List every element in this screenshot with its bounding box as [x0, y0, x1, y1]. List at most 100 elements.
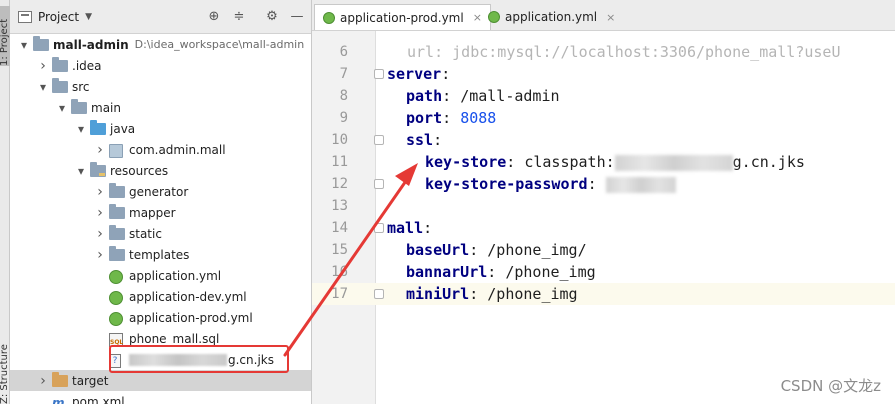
code-text: mall: — [387, 217, 432, 239]
project-panel: Project ▼ ⊕ ≑ ⚙ — ▾ mall-admin D:\idea_wor… — [10, 0, 312, 404]
line-number: 14 — [331, 220, 348, 236]
tree-item[interactable]: ▾ resources — [10, 160, 311, 181]
yaml-key: mall — [387, 219, 424, 237]
tree-item-path-hint: D:\idea_workspace\mall-admin — [134, 38, 305, 51]
code-editor[interactable]: url: jdbc:mysql://localhost:3306/phone_m… — [312, 31, 895, 404]
chevron-down-icon[interactable]: ▾ — [56, 101, 68, 115]
folder-icon — [109, 203, 125, 220]
folder-icon — [52, 77, 68, 94]
tab-application[interactable]: application.yml × — [480, 4, 623, 30]
chevron-right-icon[interactable]: › — [94, 142, 106, 158]
code-text: key-store: classpath: g.cn.jks — [425, 151, 805, 173]
yaml-value: : — [433, 131, 443, 149]
tree-item[interactable]: ▾ main — [10, 97, 311, 118]
code-line: 15 baseUrl: /phone_img/ — [312, 239, 895, 261]
package-icon — [109, 143, 125, 158]
annotation-highlight-box — [109, 345, 289, 373]
tree-item[interactable]: › target — [10, 370, 311, 391]
close-icon[interactable]: × — [606, 11, 615, 24]
tree-item[interactable]: application.yml — [10, 265, 311, 286]
chevron-right-icon[interactable]: › — [94, 226, 106, 242]
spring-file-icon — [109, 290, 125, 305]
panel-title: Project — [38, 10, 80, 24]
tree-item-label: static — [129, 226, 162, 241]
tree-item-label: pom.xml — [72, 394, 125, 404]
line-number: 7 — [339, 66, 348, 82]
excluded-folder-icon — [52, 371, 68, 388]
line-number: 6 — [339, 44, 348, 60]
yaml-value: : — [506, 153, 525, 171]
module-folder-icon — [33, 35, 49, 52]
chevron-down-icon[interactable]: ▾ — [75, 164, 87, 178]
folder-icon — [52, 56, 68, 73]
line-number: 15 — [331, 242, 348, 258]
tree-item-label: target — [72, 373, 109, 388]
yaml-value: : — [587, 175, 606, 193]
tree-item[interactable]: application-dev.yml — [10, 286, 311, 307]
fold-marker-icon[interactable] — [374, 179, 384, 189]
yaml-value: classpath: — [524, 153, 615, 171]
chevron-right-icon[interactable]: › — [37, 373, 49, 389]
collapse-all-icon[interactable]: ≑ — [231, 9, 247, 25]
tree-item[interactable]: › generator — [10, 181, 311, 202]
spring-file-icon — [109, 269, 125, 284]
spring-file-icon — [323, 11, 335, 24]
tree-item-label: resources — [110, 163, 169, 178]
code-line: 7 server: — [312, 63, 895, 85]
chevron-down-icon[interactable]: ▾ — [37, 80, 49, 94]
tree-item[interactable]: › static — [10, 223, 311, 244]
tree-item[interactable]: application-prod.yml — [10, 307, 311, 328]
yaml-number: 8088 — [460, 109, 497, 127]
tree-item[interactable]: › .idea — [10, 55, 311, 76]
yaml-value: : — [469, 285, 488, 303]
locate-file-icon[interactable]: ⊕ — [206, 9, 222, 25]
tree-item[interactable]: › mapper — [10, 202, 311, 223]
project-view-selector[interactable]: Project ▼ — [18, 10, 92, 24]
chevron-down-icon[interactable]: ▾ — [18, 38, 30, 52]
tree-item-label: generator — [129, 184, 189, 199]
code-text: baseUrl: /phone_img/ — [406, 239, 587, 261]
chevron-down-icon[interactable]: ▾ — [75, 122, 87, 136]
tab-label: application-prod.yml — [340, 10, 464, 25]
chevron-right-icon[interactable]: › — [94, 247, 106, 263]
gear-icon[interactable]: ⚙ — [264, 9, 280, 25]
tree-item-label: application-prod.yml — [129, 310, 253, 325]
tree-item[interactable]: ▾ java — [10, 118, 311, 139]
yaml-key: server — [387, 65, 442, 83]
tree-item[interactable]: ▾ mall-admin D:\idea_workspace\mall-admin — [10, 34, 311, 55]
yaml-value: /mall-admin — [460, 87, 560, 105]
yaml-value: : — [487, 263, 506, 281]
code-line: 8 path: /mall-admin — [312, 85, 895, 107]
tree-item[interactable]: m pom.xml — [10, 391, 311, 404]
code-line: 16 bannarUrl: /phone_img — [312, 261, 895, 283]
yaml-value: : — [442, 109, 461, 127]
tree-item-label: mall-admin — [53, 37, 129, 52]
line-number: 8 — [339, 88, 348, 104]
fold-marker-icon[interactable] — [374, 135, 384, 145]
hide-panel-icon[interactable]: — — [289, 9, 305, 25]
code-line: 12 key-store-password: — [312, 173, 895, 195]
chevron-right-icon[interactable]: › — [94, 205, 106, 221]
tab-application-prod[interactable]: application-prod.yml × — [314, 4, 491, 30]
yaml-key: ssl — [406, 131, 434, 149]
yaml-value: /phone_img — [487, 285, 578, 303]
line-number: 11 — [331, 154, 348, 170]
tab-label: application.yml — [505, 10, 598, 24]
yaml-value: : — [423, 219, 433, 237]
tree-item-label: com.admin.mall — [129, 142, 226, 157]
code-line: 9 port: 8088 — [312, 107, 895, 129]
line-number: 12 — [331, 176, 348, 192]
chevron-right-icon[interactable]: › — [37, 58, 49, 74]
tree-item[interactable]: ▾ src — [10, 76, 311, 97]
code-text: bannarUrl: /phone_img — [406, 261, 596, 283]
spring-file-icon — [109, 311, 125, 326]
yaml-key: key-store-password — [425, 175, 588, 193]
chevron-right-icon[interactable]: › — [94, 184, 106, 200]
fold-marker-icon[interactable] — [374, 289, 384, 299]
code-line: 10 ssl: — [312, 129, 895, 151]
fold-marker-icon[interactable] — [374, 69, 384, 79]
tree-item[interactable]: › templates — [10, 244, 311, 265]
tree-item[interactable]: › com.admin.mall — [10, 139, 311, 160]
watermark: CSDN @文龙z — [780, 377, 881, 395]
fold-marker-icon[interactable] — [374, 223, 384, 233]
